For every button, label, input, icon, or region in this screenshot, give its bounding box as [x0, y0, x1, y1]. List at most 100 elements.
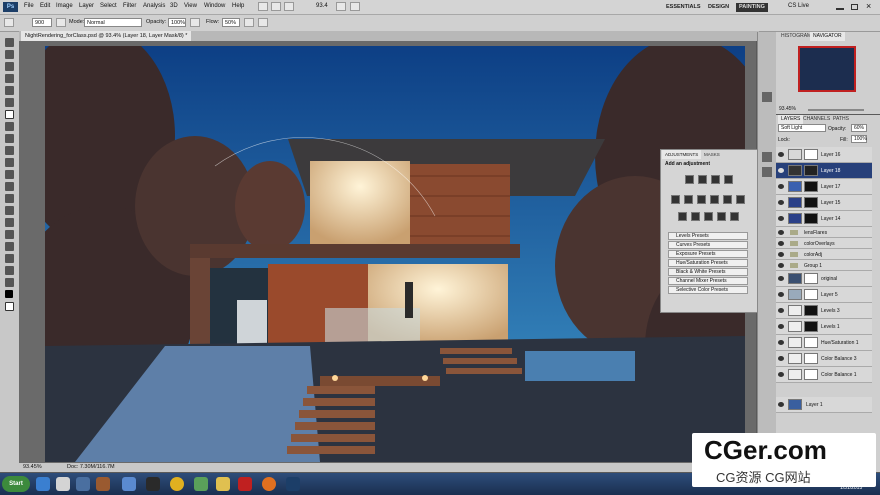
curves-icon[interactable] — [711, 175, 720, 184]
layer-row[interactable]: Hue/Saturation 1 — [776, 335, 872, 351]
menu-analysis[interactable]: Analysis — [143, 3, 165, 9]
preset-channel-mixer[interactable]: Channel Mixer Presets — [668, 277, 748, 285]
black-white-icon[interactable] — [710, 195, 719, 204]
gradient-map-icon[interactable] — [717, 212, 726, 221]
clone-stamp-tool-icon[interactable] — [5, 134, 14, 143]
lasso-tool-icon[interactable] — [5, 62, 14, 71]
minibridge-icon[interactable] — [271, 2, 281, 11]
layer-row-selected[interactable]: Layer 18 — [776, 163, 872, 179]
threshold-icon[interactable] — [704, 212, 713, 221]
brush-panel-icon[interactable] — [762, 152, 772, 162]
photo-filter-icon[interactable] — [723, 195, 732, 204]
pressure-size-icon[interactable] — [258, 18, 268, 27]
cs-live-button[interactable]: CS Live — [788, 3, 809, 9]
app-icon[interactable] — [194, 477, 208, 491]
tab-paths[interactable]: PATHS — [830, 115, 852, 124]
navigator-zoom[interactable]: 93.45% — [779, 106, 796, 112]
acrobat-icon[interactable] — [238, 477, 252, 491]
blur-tool-icon[interactable] — [5, 182, 14, 191]
workspace-painting[interactable]: PAINTING — [736, 3, 768, 12]
zoom-tool-icon[interactable] — [5, 278, 14, 287]
brightness-contrast-icon[interactable] — [685, 175, 694, 184]
eye-icon[interactable] — [778, 263, 784, 268]
minimize-icon[interactable] — [836, 8, 844, 10]
eye-icon[interactable] — [778, 252, 784, 257]
preset-hue-saturation[interactable]: Hue/Saturation Presets — [668, 259, 748, 267]
preset-curves[interactable]: Curves Presets — [668, 241, 748, 249]
layer-row[interactable]: Layer 16 — [776, 147, 872, 163]
layer-row[interactable]: Levels 3 — [776, 303, 872, 319]
brush-tool-icon[interactable] — [5, 110, 14, 119]
levels-icon[interactable] — [698, 175, 707, 184]
folder-icon[interactable] — [56, 477, 70, 491]
menu-file[interactable]: File — [24, 3, 34, 9]
menu-view[interactable]: View — [184, 3, 197, 9]
airbrush-icon[interactable] — [244, 18, 254, 27]
foreground-color-swatch[interactable] — [5, 290, 13, 298]
preset-black-white[interactable]: Black & White Presets — [668, 268, 748, 276]
folder-icon[interactable] — [216, 477, 230, 491]
maximize-icon[interactable] — [851, 4, 858, 10]
layer-opacity-input[interactable]: 60% — [851, 124, 867, 132]
menu-edit[interactable]: Edit — [40, 3, 50, 9]
eye-icon[interactable] — [778, 372, 784, 377]
brush-size-picker[interactable]: 900 — [32, 18, 52, 27]
layer-row[interactable]: Layer 17 — [776, 179, 872, 195]
layer-row[interactable]: original — [776, 271, 872, 287]
close-icon[interactable]: × — [866, 1, 871, 11]
app-icon[interactable] — [76, 477, 90, 491]
menu-window[interactable]: Window — [204, 3, 225, 9]
dodge-tool-icon[interactable] — [5, 194, 14, 203]
photoshop-taskbar-icon[interactable] — [286, 477, 300, 491]
eraser-tool-icon[interactable] — [5, 158, 14, 167]
workspace-essentials[interactable]: ESSENTIALS — [663, 3, 704, 12]
eye-icon[interactable] — [778, 152, 784, 157]
mode-select[interactable]: Normal — [84, 18, 142, 27]
eye-icon[interactable] — [778, 324, 784, 329]
opacity-input[interactable]: 100% — [168, 18, 186, 27]
layer-group-row[interactable]: Group 1 — [776, 260, 872, 271]
color-balance-icon[interactable] — [697, 195, 706, 204]
eye-icon[interactable] — [778, 402, 784, 407]
chrome-icon[interactable] — [170, 477, 184, 491]
layer-group-row[interactable]: colorAdj — [776, 249, 872, 260]
exposure-icon[interactable] — [724, 175, 733, 184]
menu-3d[interactable]: 3D — [170, 3, 178, 9]
eye-icon[interactable] — [778, 241, 784, 246]
hue-saturation-icon[interactable] — [684, 195, 693, 204]
pressure-opacity-icon[interactable] — [190, 18, 200, 27]
flow-input[interactable]: 50% — [222, 18, 240, 27]
layer-row[interactable]: Color Balance 3 — [776, 351, 872, 367]
eye-icon[interactable] — [778, 230, 784, 235]
layer-group-row[interactable]: colorOverlays — [776, 238, 872, 249]
bridge-icon[interactable] — [258, 2, 268, 11]
layer-row[interactable]: Layer 1 — [776, 397, 872, 413]
eye-icon[interactable] — [778, 216, 784, 221]
eye-icon[interactable] — [778, 292, 784, 297]
app-icon[interactable] — [96, 477, 110, 491]
arrange-documents-icon[interactable] — [336, 2, 346, 11]
tab-channels[interactable]: CHANNELS — [800, 115, 833, 124]
move-tool-icon[interactable] — [5, 38, 14, 47]
gradient-tool-icon[interactable] — [5, 170, 14, 179]
ie-icon[interactable] — [36, 477, 50, 491]
layer-row[interactable]: Layer 15 — [776, 195, 872, 211]
3d-rotate-tool-icon[interactable] — [5, 254, 14, 263]
tab-histogram[interactable]: HISTOGRAM — [778, 32, 814, 41]
eye-icon[interactable] — [778, 200, 784, 205]
app-icon[interactable] — [122, 477, 136, 491]
workspace-design[interactable]: DESIGN — [705, 3, 732, 12]
preset-selective-color[interactable]: Selective Color Presets — [668, 286, 748, 294]
layer-row[interactable]: Levels 1 — [776, 319, 872, 335]
brush-presets-icon[interactable] — [762, 92, 772, 102]
eye-icon[interactable] — [778, 356, 784, 361]
screen-mode-icon[interactable] — [350, 2, 360, 11]
marquee-tool-icon[interactable] — [5, 50, 14, 59]
crop-tool-icon[interactable] — [5, 86, 14, 95]
quick-mask-icon[interactable] — [5, 302, 14, 311]
healing-brush-tool-icon[interactable] — [5, 122, 14, 131]
vibrance-icon[interactable] — [671, 195, 680, 204]
start-button[interactable]: Start — [2, 476, 30, 492]
menu-select[interactable]: Select — [100, 3, 117, 9]
brush-tool-preset-icon[interactable] — [4, 18, 14, 27]
